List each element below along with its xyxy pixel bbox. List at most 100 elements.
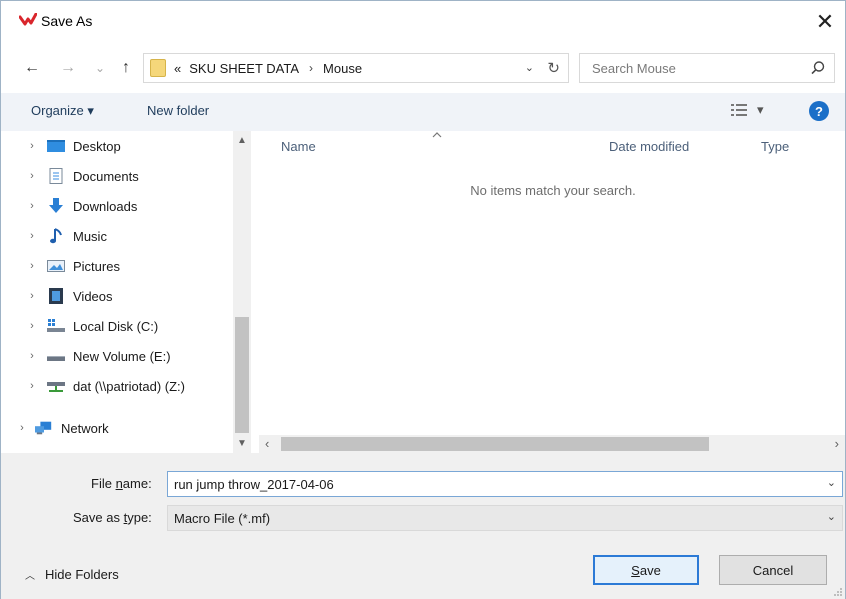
sidebar-item-label: Local Disk (C:) (73, 318, 159, 334)
organize-button[interactable]: Organize ▾ (31, 103, 94, 119)
close-button[interactable]: ✕ (805, 7, 845, 37)
chevron-down-icon[interactable]: ⌄ (827, 476, 836, 489)
scroll-left-icon[interactable]: ‹ (265, 436, 269, 451)
sidebar-item-label: Documents (73, 168, 139, 184)
breadcrumb-separator-icon[interactable]: › (309, 61, 313, 75)
chevron-up-icon: ︿ (25, 571, 35, 582)
sidebar-item-local-disk-c[interactable]: › Local Disk (C:) (25, 313, 158, 339)
app-logo-icon (19, 13, 37, 26)
back-arrow-icon: ← (24, 59, 40, 76)
breadcrumb-item-mouse[interactable]: Mouse (323, 61, 362, 76)
sidebar-item-music[interactable]: › Music (25, 223, 107, 249)
search-icon[interactable] (810, 60, 826, 76)
sidebar-item-label: dat (\\patriotad) (Z:) (73, 378, 185, 394)
scrollbar-thumb[interactable] (281, 437, 709, 451)
expand-chevron-icon[interactable]: › (25, 380, 39, 392)
breadcrumb-overflow[interactable]: « (174, 61, 181, 76)
save-button[interactable]: Save (593, 555, 699, 585)
close-icon: ✕ (815, 9, 835, 34)
up-arrow-icon: ↑ (122, 59, 130, 76)
videos-icon (47, 288, 65, 304)
details-view-icon (731, 104, 747, 116)
file-list-horizontal-scrollbar[interactable]: ‹ › (259, 435, 845, 453)
column-header-date-modified[interactable]: Date modified (609, 139, 689, 154)
network-icon (35, 420, 53, 436)
address-row: ← → ⌄ ↑ « SKU SHEET DATA › Mouse ⌄ ↻ (1, 49, 845, 89)
up-button[interactable]: ↑ (115, 57, 137, 79)
navigation-pane: › Desktop › Documents › Downloads › Musi… (1, 131, 253, 453)
address-bar[interactable]: « SKU SHEET DATA › Mouse ⌄ ↻ (143, 53, 569, 83)
sidebar-item-pictures[interactable]: › Pictures (25, 253, 120, 279)
nav-pane-scrollbar[interactable]: ▲ ▼ (233, 131, 251, 453)
breadcrumb: « SKU SHEET DATA › Mouse (174, 61, 362, 76)
network-drive-icon (47, 378, 65, 394)
column-header-name[interactable]: Name (281, 139, 316, 154)
scrollbar-thumb[interactable] (235, 317, 249, 433)
save-options-panel: File name: ⌄ Save as type: Macro File (*… (1, 453, 845, 599)
chevron-down-icon: ⌄ (94, 61, 106, 75)
documents-icon (47, 168, 65, 184)
expand-chevron-icon[interactable]: › (25, 200, 39, 212)
save-as-type-value: Macro File (*.mf) (174, 511, 271, 526)
expand-chevron-icon[interactable]: › (25, 230, 39, 242)
expand-chevron-icon[interactable]: › (25, 350, 39, 362)
save-button-mnemonic: S (631, 562, 640, 578)
view-dropdown-icon: ▾ (757, 102, 764, 117)
change-view-button[interactable]: ▾ (731, 102, 764, 118)
sidebar-item-network[interactable]: › Network (15, 415, 109, 441)
desktop-icon (47, 138, 65, 154)
back-button[interactable]: ← (21, 57, 43, 79)
downloads-icon (47, 198, 65, 214)
chevron-down-icon[interactable]: ⌄ (827, 510, 836, 523)
expand-chevron-icon[interactable]: › (25, 140, 39, 152)
sidebar-item-label: Music (73, 228, 107, 244)
save-button-label: ave (639, 562, 661, 578)
sidebar-item-label: Downloads (73, 198, 138, 214)
sidebar-item-desktop[interactable]: › Desktop (25, 133, 121, 159)
sidebar-item-label: Pictures (73, 258, 120, 274)
drive-icon (47, 348, 65, 364)
file-name-input[interactable] (168, 472, 818, 496)
file-name-combobox: ⌄ (167, 471, 843, 497)
breadcrumb-item-sku-sheet-data[interactable]: SKU SHEET DATA (189, 61, 299, 76)
forward-arrow-icon: → (60, 59, 76, 76)
help-button[interactable]: ? (809, 101, 829, 121)
new-folder-button[interactable]: New folder (147, 103, 209, 118)
refresh-icon[interactable]: ↻ (547, 59, 560, 77)
sidebar-item-label: Network (61, 420, 109, 436)
command-bar: Organize ▾ New folder ▾ ? (1, 93, 845, 131)
cancel-button[interactable]: Cancel (719, 555, 827, 585)
address-dropdown-icon[interactable]: ⌄ (525, 61, 534, 74)
column-header-type[interactable]: Type (761, 139, 789, 154)
resize-grip-icon[interactable] (833, 587, 843, 597)
local-disk-icon (47, 318, 65, 334)
scroll-down-icon[interactable]: ▼ (237, 438, 247, 449)
expand-chevron-icon[interactable]: › (25, 290, 39, 302)
title-bar: Save As ✕ (1, 1, 845, 41)
forward-button[interactable]: → (57, 57, 79, 79)
file-name-label: File name: (91, 476, 152, 491)
scroll-right-icon[interactable]: › (835, 436, 839, 451)
cancel-button-label: Cancel (752, 562, 794, 578)
save-as-type-select[interactable]: Macro File (*.mf) ⌄ (167, 505, 843, 531)
hide-folders-button[interactable]: ︿ Hide Folders (25, 567, 119, 582)
sidebar-item-videos[interactable]: › Videos (25, 283, 113, 309)
folder-icon (150, 59, 166, 77)
search-input[interactable] (580, 54, 800, 82)
sidebar-item-downloads[interactable]: › Downloads (25, 193, 137, 219)
hide-folders-label: Hide Folders (45, 567, 119, 582)
window-title: Save As (41, 13, 93, 29)
sidebar-item-new-volume-e[interactable]: › New Volume (E:) (25, 343, 170, 369)
music-icon (47, 228, 65, 244)
expand-chevron-icon[interactable]: › (25, 170, 39, 182)
expand-chevron-icon[interactable]: › (15, 422, 29, 434)
sidebar-item-documents[interactable]: › Documents (25, 163, 139, 189)
sidebar-item-network-drive-z[interactable]: › dat (\\patriotad) (Z:) (25, 373, 185, 399)
empty-message: No items match your search. (470, 183, 636, 198)
scroll-up-icon[interactable]: ▲ (237, 135, 247, 146)
expand-chevron-icon[interactable]: › (25, 320, 39, 332)
search-box (579, 53, 835, 83)
save-as-type-label: Save as type: (73, 510, 152, 525)
recent-locations-button[interactable]: ⌄ (89, 57, 111, 79)
expand-chevron-icon[interactable]: › (25, 260, 39, 272)
